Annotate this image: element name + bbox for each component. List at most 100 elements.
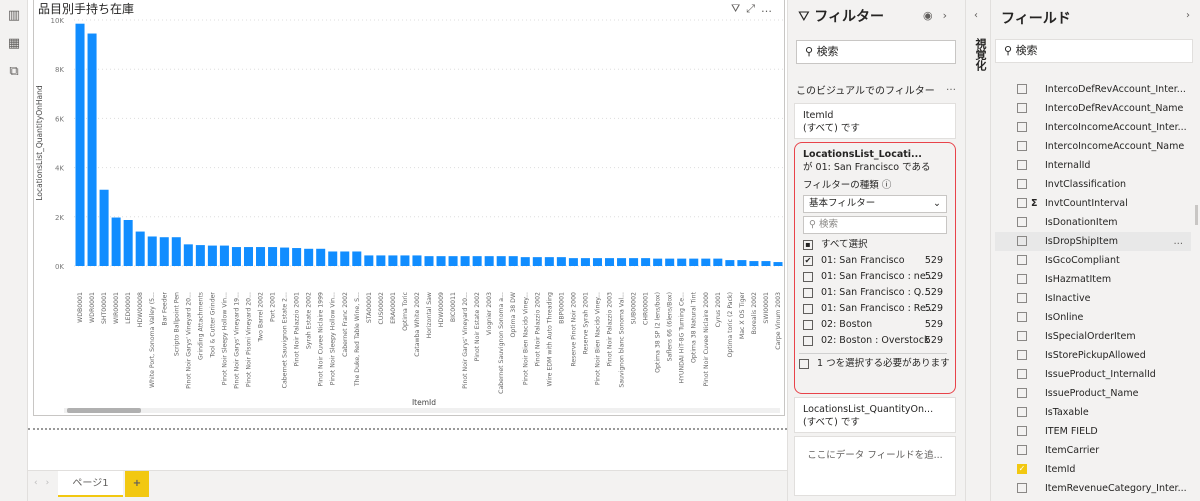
filter-card-quantity[interactable]: LocationsList_QuantityOn... (すべて) です — [794, 397, 956, 433]
filter-card-itemid[interactable]: ItemId (すべて) です — [794, 103, 956, 139]
checkbox[interactable]: ✔ — [803, 255, 813, 266]
field-checkbox[interactable] — [1017, 426, 1027, 436]
field-checkbox[interactable] — [1017, 84, 1027, 94]
checkbox[interactable] — [799, 358, 809, 369]
field-checkbox[interactable] — [1017, 217, 1027, 227]
add-data-field-well[interactable]: ここにデータ フィールドを追... — [794, 436, 956, 496]
field-checkbox[interactable] — [1017, 350, 1027, 360]
bar — [75, 23, 85, 266]
eye-icon[interactable]: ◉ — [923, 9, 943, 22]
filter-option[interactable]: ✔ 01: San Francisco 529 — [803, 253, 947, 269]
field-item[interactable]: IsSpecialOrderItem — [995, 327, 1191, 346]
model-view-icon[interactable]: ⧉ — [6, 64, 22, 80]
field-item[interactable]: ItemRevenueCategory_Inter... — [995, 479, 1191, 498]
field-checkbox[interactable] — [1017, 274, 1027, 284]
field-item[interactable]: IssueProduct_Name — [995, 384, 1191, 403]
partial-checkbox[interactable]: ▪ — [803, 239, 813, 250]
prev-page-button[interactable]: ‹ — [34, 478, 46, 488]
tab-page-1[interactable]: ページ1 — [58, 471, 123, 497]
add-page-button[interactable]: + — [125, 471, 149, 497]
field-item[interactable]: IntercoIncomeAccount_Name — [995, 137, 1191, 156]
report-view-icon[interactable]: ▥ — [6, 8, 22, 24]
field-item[interactable]: Σ InvtCountInterval — [995, 194, 1191, 213]
field-checkbox[interactable] — [1017, 331, 1027, 341]
field-item[interactable]: InvtClassification — [995, 175, 1191, 194]
filter-card-location[interactable]: LocationsList_Locati... が 01: San Franci… — [794, 142, 956, 394]
filter-option[interactable]: 01: San Francisco : Re... 529 — [803, 301, 947, 317]
field-item[interactable]: IssueProduct_InternalId — [995, 365, 1191, 384]
checkbox[interactable] — [803, 271, 813, 282]
field-item[interactable]: ITEM FIELD — [995, 422, 1191, 441]
bar-chart-visual[interactable]: 品目別手持ち在庫 ⛛⤢… 0K 2K 4K 6K 8K 10K WDB0001 WDR0001… — [33, 0, 785, 416]
bar — [364, 255, 374, 266]
section-more-button[interactable]: … — [946, 82, 956, 93]
field-checkbox[interactable] — [1017, 198, 1027, 208]
x-tick-label: BBP00001 — [558, 292, 565, 324]
page-nav[interactable]: ‹› — [34, 478, 57, 488]
option-label: 1 つを選択する必要があります — [817, 358, 950, 369]
select-all-option[interactable]: ▪ すべて選択 — [803, 237, 947, 253]
field-checkbox[interactable] — [1017, 369, 1027, 379]
option-label: 01: San Francisco : Q... — [821, 287, 931, 298]
field-item[interactable]: IsStorePickupAllowed — [995, 346, 1191, 365]
field-item[interactable]: IsHazmatItem — [995, 270, 1191, 289]
field-checkbox[interactable] — [1017, 293, 1027, 303]
visualizations-label[interactable]: 視覚化 — [972, 38, 988, 71]
filter-field: LocationsList_Locati... — [803, 149, 922, 160]
field-item[interactable]: InternalId — [995, 156, 1191, 175]
field-more-button[interactable]: … — [1174, 232, 1184, 251]
checkbox[interactable] — [803, 335, 813, 346]
field-item[interactable]: IsInactive — [995, 289, 1191, 308]
field-checkbox[interactable] — [1017, 407, 1027, 417]
filter-value-search[interactable]: ⚲ 検索 — [803, 216, 947, 234]
field-checkbox[interactable] — [1017, 141, 1027, 151]
field-checkbox[interactable] — [1017, 255, 1027, 265]
field-checkbox[interactable] — [1017, 236, 1027, 246]
filter-type-dropdown[interactable]: 基本フィルター ⌄ — [803, 195, 947, 213]
field-checkbox[interactable] — [1017, 312, 1027, 322]
field-item[interactable]: IsTaxable — [995, 403, 1191, 422]
field-item[interactable]: IsOnline — [995, 308, 1191, 327]
field-item[interactable]: IntercoIncomeAccount_Inter... — [995, 118, 1191, 137]
field-checkbox[interactable] — [1017, 103, 1027, 113]
field-checkbox[interactable] — [1017, 122, 1027, 132]
x-tick-label: Saflens 66 (6lens/Box) — [667, 292, 674, 361]
field-checkbox[interactable]: ✓ — [1017, 464, 1027, 474]
field-item[interactable]: IsDropShipItem… — [995, 232, 1191, 251]
data-view-icon[interactable]: ▦ — [6, 36, 22, 52]
collapse-chevron-icon[interactable]: › — [1186, 10, 1190, 21]
require-single-option[interactable]: 1 つを選択する必要があります — [799, 353, 950, 369]
field-item[interactable]: IsGcoCompliant — [995, 251, 1191, 270]
field-item[interactable]: IntercoDefRevAccount_Inter... — [995, 80, 1191, 99]
field-checkbox[interactable] — [1017, 179, 1027, 189]
filter-option[interactable]: 01: San Francisco : Q... 529 — [803, 285, 947, 301]
bar — [159, 237, 169, 266]
checkbox[interactable] — [803, 287, 813, 298]
field-item[interactable]: IntercoDefRevAccount_Name — [995, 99, 1191, 118]
bar — [436, 256, 446, 266]
fields-search-input[interactable]: ⚲ 検索 — [995, 39, 1193, 63]
field-item[interactable]: ✓ ItemId — [995, 460, 1191, 479]
filter-option[interactable]: 02: Boston 529 — [803, 317, 947, 333]
field-checkbox[interactable] — [1017, 388, 1027, 398]
checkbox[interactable] — [803, 319, 813, 330]
filter-search-input[interactable]: ⚲ 検索 — [796, 40, 956, 64]
expand-chevron-icon[interactable]: ‹ — [974, 10, 978, 21]
next-page-button[interactable]: › — [46, 478, 58, 488]
checkbox[interactable] — [803, 303, 813, 314]
field-checkbox[interactable] — [1017, 445, 1027, 455]
field-checkbox[interactable] — [1017, 160, 1027, 170]
bar — [207, 245, 217, 266]
fields-scrollbar[interactable] — [1195, 205, 1198, 225]
visualizations-pane-collapsed[interactable]: ‹ 視覚化 — [965, 0, 990, 501]
field-name: IssueProduct_Name — [1045, 388, 1139, 399]
field-item[interactable]: ItemCarrier — [995, 441, 1191, 460]
option-count: 529 — [924, 303, 943, 314]
field-item[interactable]: IsDonationItem — [995, 213, 1191, 232]
scrollbar-thumb[interactable] — [67, 408, 141, 413]
bar — [268, 247, 278, 266]
collapse-chevron-icon[interactable]: › — [943, 9, 957, 22]
filter-option[interactable]: 01: San Francisco : ne... 529 — [803, 269, 947, 285]
filter-option[interactable]: 02: Boston : Overstock 529 — [803, 333, 947, 349]
field-checkbox[interactable] — [1017, 483, 1027, 493]
